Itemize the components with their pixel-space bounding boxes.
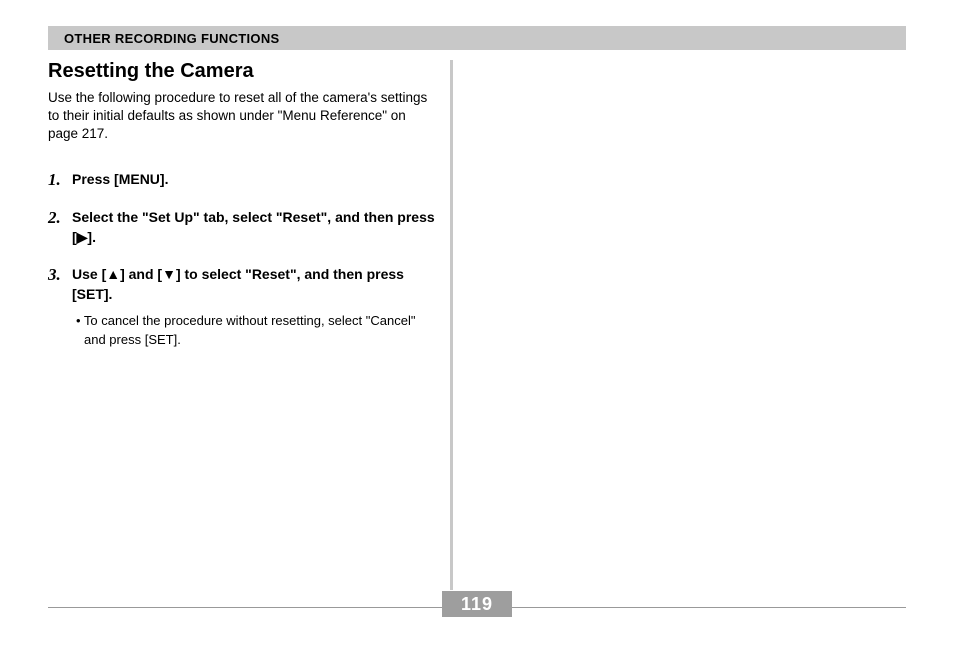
section-header-text: OTHER RECORDING FUNCTIONS (64, 31, 280, 46)
section-header-bar: OTHER RECORDING FUNCTIONS (48, 26, 906, 50)
page-title: Resetting the Camera (48, 60, 438, 83)
page-number-badge: 119 (442, 591, 512, 617)
page-number-text: 119 (461, 594, 493, 615)
step-text: Press [MENU]. (72, 170, 168, 190)
page-footer: 119 (48, 591, 906, 621)
steps-list: 1. Press [MENU]. 2. Select the "Set Up" … (48, 170, 438, 349)
step-item: 2. Select the "Set Up" tab, select "Rese… (48, 208, 438, 247)
manual-page: OTHER RECORDING FUNCTIONS Resetting the … (48, 26, 906, 621)
step-text: Select the "Set Up" tab, select "Reset",… (72, 208, 438, 247)
step-number: 3. (48, 265, 72, 285)
content-area: Resetting the Camera Use the following p… (48, 60, 906, 592)
step-text-inner: Use [▲] and [▼] to select "Reset", and t… (72, 266, 404, 302)
step-text: Use [▲] and [▼] to select "Reset", and t… (72, 265, 438, 349)
column-divider (450, 60, 453, 590)
step-number: 1. (48, 170, 72, 190)
intro-paragraph: Use the following procedure to reset all… (48, 89, 438, 144)
step-note: • To cancel the procedure without resett… (72, 312, 438, 348)
step-item: 3. Use [▲] and [▼] to select "Reset", an… (48, 265, 438, 349)
left-column: Resetting the Camera Use the following p… (48, 60, 446, 349)
step-item: 1. Press [MENU]. (48, 170, 438, 190)
step-number: 2. (48, 208, 72, 228)
